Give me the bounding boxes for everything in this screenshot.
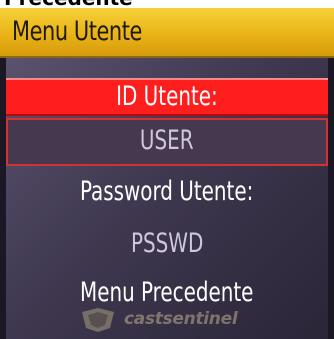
previous-menu-strip: Precedente: [0, 0, 334, 8]
password-label-row[interactable]: Password Utente:: [6, 172, 328, 212]
user-id-label-row[interactable]: ID Utente:: [6, 78, 328, 116]
castsentinel-watermark: castsentinel: [76, 306, 286, 334]
password-value: PSSWD: [130, 228, 204, 259]
menu-header: Menu Utente: [0, 8, 334, 58]
user-id-value: USER: [140, 125, 194, 156]
password-field[interactable]: PSSWD: [6, 224, 328, 264]
user-id-field[interactable]: USER: [6, 118, 328, 166]
previous-menu-strip-text: Precedente: [4, 0, 133, 8]
menu-title: Menu Utente: [12, 16, 142, 47]
password-label: Password Utente:: [80, 176, 254, 207]
castsentinel-logo-icon: [82, 308, 114, 332]
user-id-label: ID Utente:: [116, 81, 218, 112]
castsentinel-watermark-text: castsentinel: [124, 309, 238, 329]
phone-screen: Precedente Menu Utente ID Utente: USER P…: [0, 0, 334, 339]
